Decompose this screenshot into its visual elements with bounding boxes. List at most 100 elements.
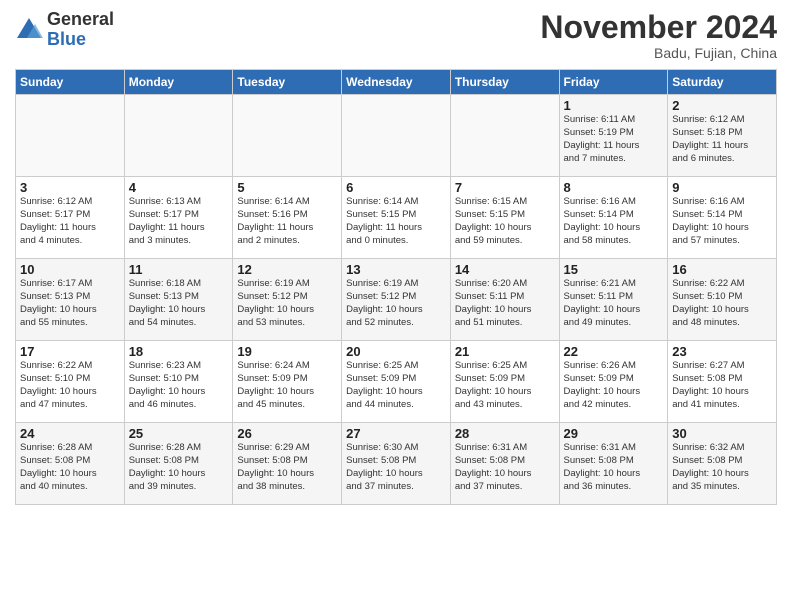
day-number: 2 [672, 98, 772, 113]
calendar-cell [124, 95, 233, 177]
day-info: Sunrise: 6:12 AM Sunset: 5:18 PM Dayligh… [672, 114, 772, 165]
calendar-cell: 20Sunrise: 6:25 AM Sunset: 5:09 PM Dayli… [342, 341, 451, 423]
calendar-cell: 14Sunrise: 6:20 AM Sunset: 5:11 PM Dayli… [450, 259, 559, 341]
day-number: 1 [564, 98, 664, 113]
calendar-cell [233, 95, 342, 177]
day-number: 23 [672, 344, 772, 359]
day-info: Sunrise: 6:18 AM Sunset: 5:13 PM Dayligh… [129, 278, 229, 329]
logo-blue: Blue [47, 30, 114, 50]
calendar-cell: 9Sunrise: 6:16 AM Sunset: 5:14 PM Daylig… [668, 177, 777, 259]
calendar-cell: 7Sunrise: 6:15 AM Sunset: 5:15 PM Daylig… [450, 177, 559, 259]
day-info: Sunrise: 6:26 AM Sunset: 5:09 PM Dayligh… [564, 360, 664, 411]
calendar-cell: 8Sunrise: 6:16 AM Sunset: 5:14 PM Daylig… [559, 177, 668, 259]
calendar-cell: 29Sunrise: 6:31 AM Sunset: 5:08 PM Dayli… [559, 423, 668, 505]
day-number: 28 [455, 426, 555, 441]
calendar-cell: 13Sunrise: 6:19 AM Sunset: 5:12 PM Dayli… [342, 259, 451, 341]
calendar-week-3: 10Sunrise: 6:17 AM Sunset: 5:13 PM Dayli… [16, 259, 777, 341]
day-info: Sunrise: 6:22 AM Sunset: 5:10 PM Dayligh… [20, 360, 120, 411]
day-info: Sunrise: 6:14 AM Sunset: 5:16 PM Dayligh… [237, 196, 337, 247]
calendar-cell: 10Sunrise: 6:17 AM Sunset: 5:13 PM Dayli… [16, 259, 125, 341]
day-number: 9 [672, 180, 772, 195]
calendar-cell: 24Sunrise: 6:28 AM Sunset: 5:08 PM Dayli… [16, 423, 125, 505]
day-info: Sunrise: 6:25 AM Sunset: 5:09 PM Dayligh… [455, 360, 555, 411]
calendar-cell: 17Sunrise: 6:22 AM Sunset: 5:10 PM Dayli… [16, 341, 125, 423]
calendar-header-row: SundayMondayTuesdayWednesdayThursdayFrid… [16, 70, 777, 95]
day-info: Sunrise: 6:15 AM Sunset: 5:15 PM Dayligh… [455, 196, 555, 247]
calendar-cell: 25Sunrise: 6:28 AM Sunset: 5:08 PM Dayli… [124, 423, 233, 505]
day-info: Sunrise: 6:25 AM Sunset: 5:09 PM Dayligh… [346, 360, 446, 411]
day-info: Sunrise: 6:14 AM Sunset: 5:15 PM Dayligh… [346, 196, 446, 247]
day-info: Sunrise: 6:11 AM Sunset: 5:19 PM Dayligh… [564, 114, 664, 165]
day-info: Sunrise: 6:16 AM Sunset: 5:14 PM Dayligh… [672, 196, 772, 247]
day-info: Sunrise: 6:21 AM Sunset: 5:11 PM Dayligh… [564, 278, 664, 329]
day-info: Sunrise: 6:32 AM Sunset: 5:08 PM Dayligh… [672, 442, 772, 493]
calendar-cell [342, 95, 451, 177]
calendar-cell: 22Sunrise: 6:26 AM Sunset: 5:09 PM Dayli… [559, 341, 668, 423]
header-thursday: Thursday [450, 70, 559, 95]
calendar-cell: 12Sunrise: 6:19 AM Sunset: 5:12 PM Dayli… [233, 259, 342, 341]
day-info: Sunrise: 6:28 AM Sunset: 5:08 PM Dayligh… [129, 442, 229, 493]
day-number: 4 [129, 180, 229, 195]
calendar-cell: 4Sunrise: 6:13 AM Sunset: 5:17 PM Daylig… [124, 177, 233, 259]
day-info: Sunrise: 6:30 AM Sunset: 5:08 PM Dayligh… [346, 442, 446, 493]
day-number: 16 [672, 262, 772, 277]
month-title: November 2024 [540, 10, 777, 45]
day-info: Sunrise: 6:19 AM Sunset: 5:12 PM Dayligh… [237, 278, 337, 329]
day-number: 30 [672, 426, 772, 441]
calendar-cell: 11Sunrise: 6:18 AM Sunset: 5:13 PM Dayli… [124, 259, 233, 341]
day-number: 21 [455, 344, 555, 359]
day-number: 13 [346, 262, 446, 277]
calendar-cell: 6Sunrise: 6:14 AM Sunset: 5:15 PM Daylig… [342, 177, 451, 259]
day-info: Sunrise: 6:19 AM Sunset: 5:12 PM Dayligh… [346, 278, 446, 329]
day-info: Sunrise: 6:17 AM Sunset: 5:13 PM Dayligh… [20, 278, 120, 329]
calendar-week-5: 24Sunrise: 6:28 AM Sunset: 5:08 PM Dayli… [16, 423, 777, 505]
day-info: Sunrise: 6:27 AM Sunset: 5:08 PM Dayligh… [672, 360, 772, 411]
day-info: Sunrise: 6:31 AM Sunset: 5:08 PM Dayligh… [564, 442, 664, 493]
header-tuesday: Tuesday [233, 70, 342, 95]
day-number: 26 [237, 426, 337, 441]
calendar-cell [450, 95, 559, 177]
day-number: 6 [346, 180, 446, 195]
day-number: 17 [20, 344, 120, 359]
calendar-cell: 19Sunrise: 6:24 AM Sunset: 5:09 PM Dayli… [233, 341, 342, 423]
day-info: Sunrise: 6:28 AM Sunset: 5:08 PM Dayligh… [20, 442, 120, 493]
day-info: Sunrise: 6:12 AM Sunset: 5:17 PM Dayligh… [20, 196, 120, 247]
day-info: Sunrise: 6:24 AM Sunset: 5:09 PM Dayligh… [237, 360, 337, 411]
calendar-cell: 1Sunrise: 6:11 AM Sunset: 5:19 PM Daylig… [559, 95, 668, 177]
title-area: November 2024 Badu, Fujian, China [540, 10, 777, 61]
calendar-cell: 5Sunrise: 6:14 AM Sunset: 5:16 PM Daylig… [233, 177, 342, 259]
calendar-cell: 16Sunrise: 6:22 AM Sunset: 5:10 PM Dayli… [668, 259, 777, 341]
calendar-cell: 21Sunrise: 6:25 AM Sunset: 5:09 PM Dayli… [450, 341, 559, 423]
header: General Blue November 2024 Badu, Fujian,… [15, 10, 777, 61]
day-info: Sunrise: 6:22 AM Sunset: 5:10 PM Dayligh… [672, 278, 772, 329]
day-number: 12 [237, 262, 337, 277]
calendar-cell: 26Sunrise: 6:29 AM Sunset: 5:08 PM Dayli… [233, 423, 342, 505]
day-number: 27 [346, 426, 446, 441]
day-number: 22 [564, 344, 664, 359]
day-number: 18 [129, 344, 229, 359]
calendar-table: SundayMondayTuesdayWednesdayThursdayFrid… [15, 69, 777, 505]
calendar-cell [16, 95, 125, 177]
day-number: 29 [564, 426, 664, 441]
day-number: 8 [564, 180, 664, 195]
day-number: 25 [129, 426, 229, 441]
logo-general: General [47, 10, 114, 30]
header-sunday: Sunday [16, 70, 125, 95]
day-number: 10 [20, 262, 120, 277]
day-number: 3 [20, 180, 120, 195]
day-number: 14 [455, 262, 555, 277]
day-info: Sunrise: 6:13 AM Sunset: 5:17 PM Dayligh… [129, 196, 229, 247]
calendar-cell: 28Sunrise: 6:31 AM Sunset: 5:08 PM Dayli… [450, 423, 559, 505]
day-number: 24 [20, 426, 120, 441]
logo-icon [15, 16, 43, 44]
calendar-cell: 3Sunrise: 6:12 AM Sunset: 5:17 PM Daylig… [16, 177, 125, 259]
logo: General Blue [15, 10, 114, 50]
day-number: 5 [237, 180, 337, 195]
calendar-cell: 30Sunrise: 6:32 AM Sunset: 5:08 PM Dayli… [668, 423, 777, 505]
day-number: 11 [129, 262, 229, 277]
header-saturday: Saturday [668, 70, 777, 95]
location: Badu, Fujian, China [540, 45, 777, 61]
header-monday: Monday [124, 70, 233, 95]
calendar-week-2: 3Sunrise: 6:12 AM Sunset: 5:17 PM Daylig… [16, 177, 777, 259]
page-container: General Blue November 2024 Badu, Fujian,… [0, 0, 792, 510]
